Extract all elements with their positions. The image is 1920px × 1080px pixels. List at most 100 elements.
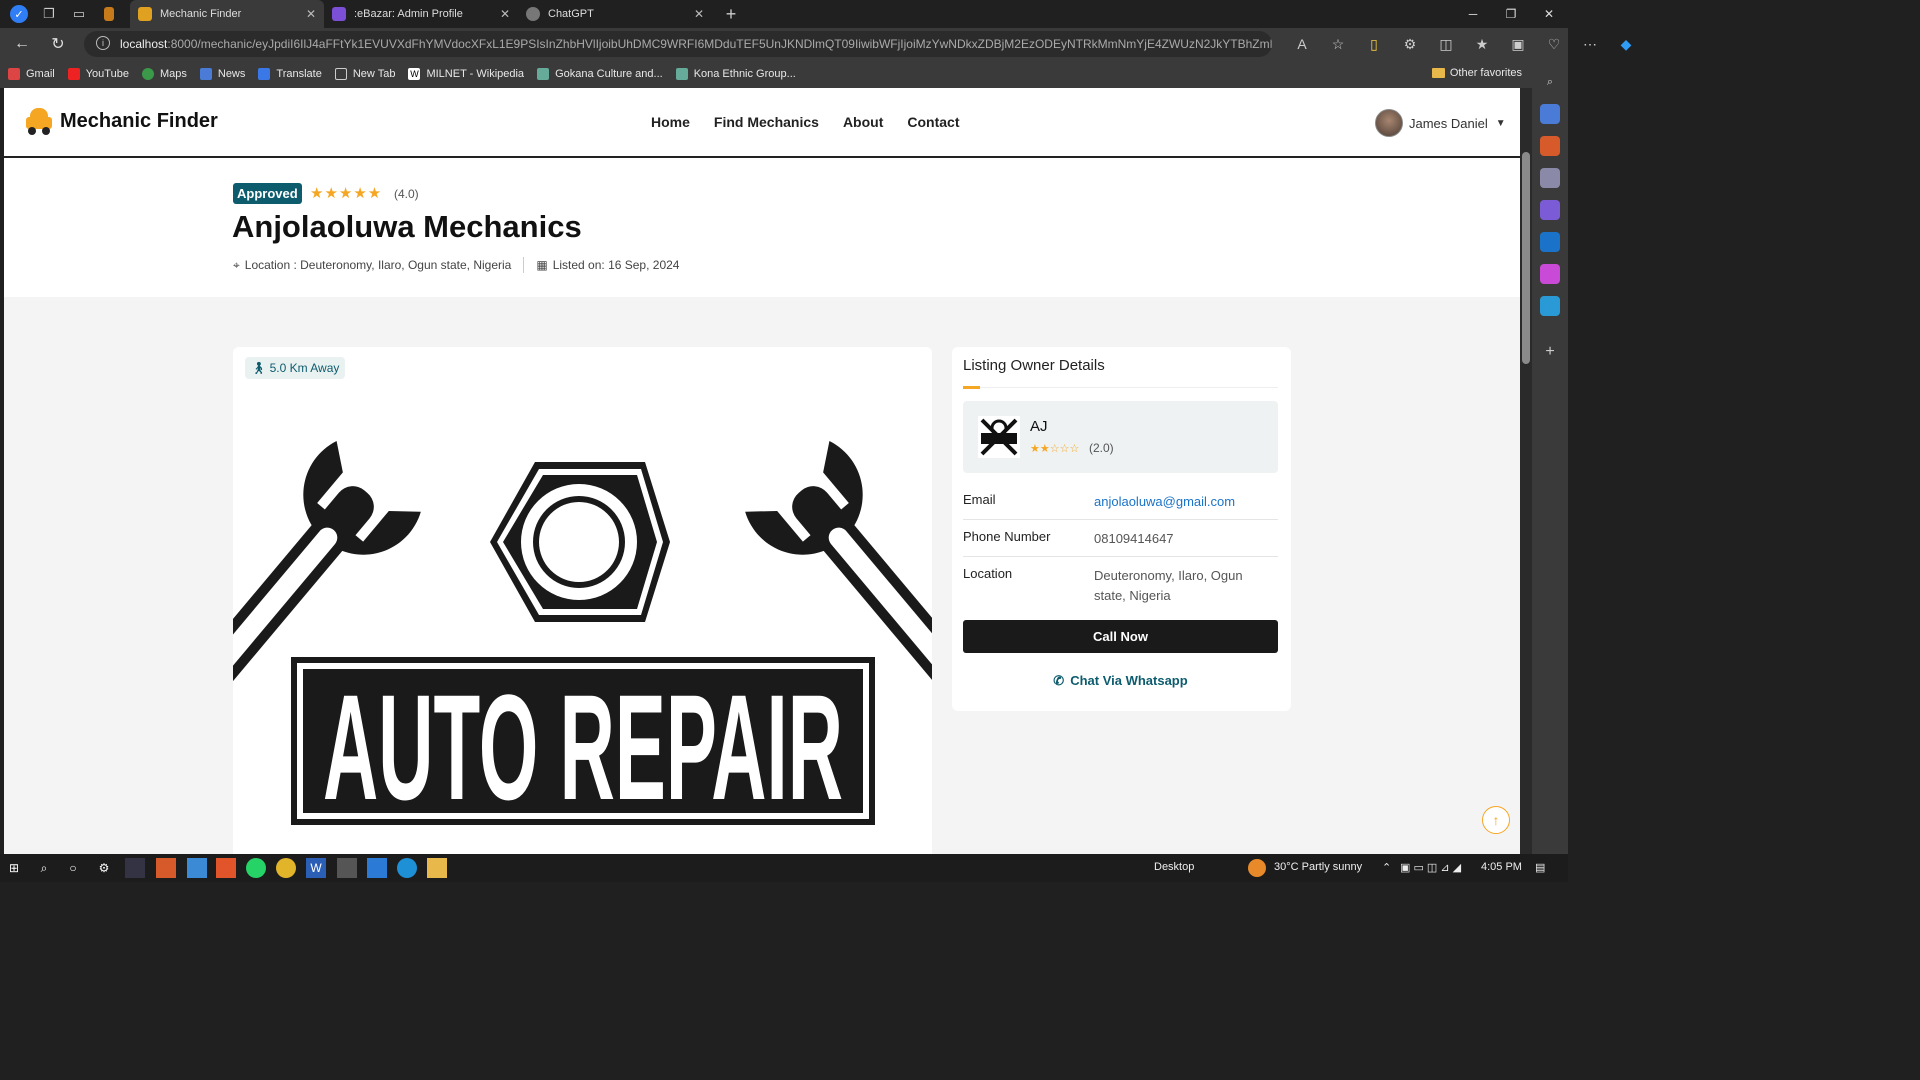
clock[interactable]: 4:05 PM [1481, 861, 1522, 873]
tab-chatgpt[interactable]: ChatGPT ✕ [518, 0, 712, 28]
nav-find-mechanics[interactable]: Find Mechanics [714, 114, 819, 130]
location-label: Location [963, 566, 1013, 581]
edge-icon[interactable] [397, 858, 417, 878]
copilot-icon[interactable]: ◆ [1608, 30, 1644, 58]
nav-about[interactable]: About [843, 114, 883, 130]
close-tab-icon[interactable]: ✕ [500, 7, 510, 21]
minimize-icon[interactable]: ─ [1454, 0, 1492, 28]
owner-rating-value: (2.0) [1089, 441, 1114, 455]
bookmark-news[interactable]: News [199, 68, 245, 80]
brave-icon[interactable] [216, 858, 236, 878]
page-scrollbar[interactable] [1520, 88, 1532, 854]
more-menu-icon[interactable]: ⋯ [1572, 30, 1608, 58]
collections-icon[interactable]: ▣ [1500, 30, 1536, 58]
sidebar-games-icon[interactable] [1540, 168, 1560, 188]
close-window-icon[interactable]: ✕ [1530, 0, 1568, 28]
bookmark-gmail[interactable]: Gmail [8, 68, 55, 80]
gmail-icon [8, 68, 20, 80]
workspaces-icon[interactable]: ❐ [38, 3, 60, 25]
favorite-star-icon[interactable]: ☆ [1320, 30, 1356, 58]
user-name: James Daniel [1409, 115, 1488, 131]
url-path: :8000/mechanic/eyJpdiI6IlJ4aFFtYk1EVUVXd… [167, 37, 1272, 51]
notifications-icon[interactable]: ▤ [1535, 861, 1545, 874]
browser-essentials-icon[interactable]: ♡ [1536, 30, 1572, 58]
close-tab-icon[interactable]: ✕ [694, 7, 704, 21]
site-info-icon[interactable]: i [96, 36, 110, 50]
tray-chevron-icon[interactable]: ⌃ [1382, 861, 1391, 874]
bookmark-maps[interactable]: Maps [141, 68, 187, 80]
tab-actions-icon[interactable]: ▭ [68, 3, 90, 25]
reload-icon[interactable]: ↻ [44, 30, 72, 58]
maps-icon [141, 68, 154, 80]
vscode-icon[interactable] [367, 858, 387, 878]
owner-location-row: Location Deuteronomy, Ilaro, Ogun state,… [963, 566, 1278, 614]
tab-label: ChatGPT [548, 8, 594, 20]
taskbar-app-icon[interactable] [156, 858, 176, 878]
read-aloud-icon[interactable]: A [1284, 30, 1320, 58]
url-field[interactable]: i localhost:8000/mechanic/eyJpdiI6IlJ4aF… [84, 31, 1272, 57]
settings-icon[interactable]: ⚙ [94, 858, 114, 878]
back-icon[interactable]: ← [8, 30, 36, 58]
weather-text[interactable]: 30°C Partly sunny [1274, 861, 1362, 873]
walking-icon: 🚶︎ [251, 361, 267, 375]
restore-icon[interactable]: ❐ [1492, 0, 1530, 28]
favorites-icon[interactable]: ★ [1464, 30, 1500, 58]
bookmark-gokana[interactable]: Gokana Culture and... [537, 68, 663, 80]
other-favorites[interactable]: Other favorites [1431, 67, 1522, 79]
windows-start-icon[interactable]: ⊞ [4, 858, 24, 878]
page-icon [334, 68, 347, 80]
main-nav: Home Find Mechanics About Contact [651, 114, 984, 130]
sidebar-shopping-icon[interactable] [1540, 104, 1560, 124]
send-icon[interactable] [1540, 296, 1560, 316]
edge-sidebar: ⌕ + [1532, 60, 1568, 854]
search-icon[interactable]: ⌕ [34, 858, 54, 878]
whatsapp-button[interactable]: ✆ Chat Via Whatsapp [963, 673, 1278, 689]
logo-text: Mechanic Finder [60, 109, 218, 132]
taskbar-app-icon[interactable] [187, 858, 207, 878]
site-logo[interactable]: Mechanic Finder [24, 106, 218, 136]
whatsapp-app-icon[interactable] [246, 858, 266, 878]
user-menu[interactable]: James Daniel ▼ [1375, 109, 1506, 137]
desktop-label[interactable]: Desktop [1154, 861, 1194, 873]
file-explorer-icon[interactable] [427, 858, 447, 878]
owner-email-link[interactable]: anjolaoluwa@gmail.com [1094, 492, 1274, 512]
scroll-to-top-button[interactable]: ↑ [1482, 806, 1510, 834]
add-sidebar-icon[interactable]: + [1540, 342, 1560, 362]
close-tab-icon[interactable]: ✕ [306, 7, 316, 21]
scrollbar-thumb[interactable] [1522, 152, 1530, 364]
phone-label: Phone Number [963, 529, 1051, 544]
split-screen-icon[interactable]: ◫ [1428, 30, 1464, 58]
taskbar-app-icon[interactable] [337, 858, 357, 878]
rating-value: (4.0) [394, 187, 419, 201]
sidebar-copilot-icon[interactable] [1540, 200, 1560, 220]
bookmark-kona[interactable]: Kona Ethnic Group... [675, 68, 796, 80]
search-icon[interactable]: ⌕ [1540, 72, 1560, 92]
listing-image-card: 🚶︎ 5.0 Km Away AUTO REPAIR [233, 347, 932, 854]
extensions-icon[interactable]: ⚙ [1392, 30, 1428, 58]
nav-contact[interactable]: Contact [907, 114, 959, 130]
taskbar-app-icon[interactable] [125, 858, 145, 878]
tab-mechanic-finder[interactable]: Mechanic Finder ✕ [130, 0, 324, 28]
sidebar-tools-icon[interactable] [1540, 136, 1560, 156]
bookmark-milnet[interactable]: W MILNET - Wikipedia [408, 68, 524, 80]
tab-label: :eBazar: Admin Profile [354, 8, 463, 20]
wallet-icon[interactable]: ▯ [1356, 30, 1392, 58]
wikipedia-icon: W [408, 68, 421, 80]
pinned-tab[interactable] [96, 0, 130, 28]
bookmark-translate[interactable]: Translate [258, 68, 322, 80]
translate-icon [258, 68, 271, 80]
call-now-button[interactable]: Call Now [963, 620, 1278, 653]
bookmark-youtube[interactable]: YouTube [67, 68, 129, 80]
outlook-icon[interactable] [1540, 232, 1560, 252]
tab-admin-profile[interactable]: :eBazar: Admin Profile ✕ [324, 0, 518, 28]
bookmark-new-tab[interactable]: New Tab [334, 68, 395, 80]
word-icon[interactable]: W [306, 858, 326, 878]
sidebar-designer-icon[interactable] [1540, 264, 1560, 284]
nav-home[interactable]: Home [651, 114, 690, 130]
new-tab-icon[interactable]: + [720, 3, 742, 25]
chrome-icon[interactable] [276, 858, 296, 878]
cortana-icon[interactable]: ○ [63, 858, 83, 878]
listing-title-section: Approved ★★★★★ (4.0) Anjolaoluwa Mechani… [4, 158, 1520, 297]
tray-icons[interactable]: ▣ ▭ ◫ ⊿ ◢ [1400, 861, 1461, 874]
profile-icon[interactable]: ✓ [8, 3, 30, 25]
